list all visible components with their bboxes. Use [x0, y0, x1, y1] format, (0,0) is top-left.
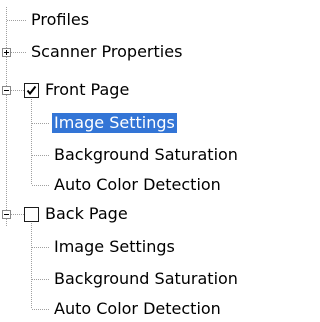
- collapse-minus-icon[interactable]: [2, 210, 11, 219]
- tree-item-label: Auto Color Detection: [54, 175, 221, 194]
- tree-item-label: Background Saturation: [54, 269, 238, 288]
- tree-item-label: Front Page: [45, 80, 130, 99]
- collapse-minus-icon[interactable]: [2, 86, 11, 95]
- expand-plus-icon[interactable]: [2, 48, 11, 57]
- front-page-checkbox[interactable]: [24, 83, 39, 98]
- tree-item-label: Back Page: [45, 204, 128, 223]
- profile-tree: Profiles Scanner Properties Front Page I…: [0, 0, 315, 322]
- tree-item-label: Profiles: [31, 10, 90, 29]
- back-page-checkbox[interactable]: [24, 207, 39, 222]
- tree-item-label: Auto Color Detection: [54, 299, 221, 318]
- tree-item-label: Scanner Properties: [31, 42, 183, 61]
- tree-item-label: Image Settings: [54, 237, 175, 256]
- tree-item-label: Image Settings: [52, 113, 177, 133]
- tree-item-label: Background Saturation: [54, 145, 238, 164]
